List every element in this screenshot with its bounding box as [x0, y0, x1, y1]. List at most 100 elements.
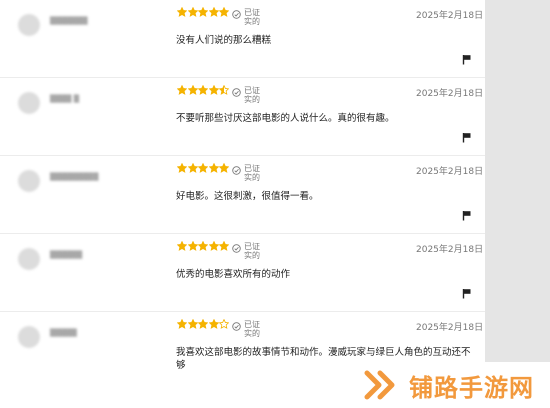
- star-full-icon: [208, 241, 219, 251]
- watermark-text: 铺路手游网: [409, 373, 534, 402]
- star-full-icon: [198, 7, 208, 17]
- verified-label: 已证实的: [244, 320, 260, 338]
- check-circle-icon: [232, 244, 241, 253]
- double-chevron-logo-icon: [364, 370, 395, 400]
- star-rating: [177, 163, 230, 175]
- star-full-icon: [187, 163, 198, 173]
- flag-icon[interactable]: [462, 288, 472, 299]
- review-date: 2025年2月18日: [416, 323, 484, 333]
- verified-badge: 已证实的: [232, 242, 264, 260]
- star-full-icon: [187, 241, 198, 251]
- star-shape: [219, 163, 229, 173]
- star-full-icon: [187, 85, 198, 95]
- star-shape: [219, 7, 229, 17]
- verified-label: 已证实的: [244, 86, 260, 104]
- star-shape: [198, 85, 208, 95]
- star-full-icon: [187, 319, 198, 329]
- check-circle-icon: [232, 10, 241, 19]
- avatar: [18, 326, 40, 348]
- site-watermark: 铺路手游网: [361, 362, 550, 408]
- star-shape: [208, 85, 219, 95]
- reviewer-name: ▒▒▒▒▒▒▒: [50, 17, 88, 25]
- reviewer-name: ▒▒▒▒▒▒: [50, 251, 83, 259]
- review-item: ▒▒▒▒▒▒ 已证实的 2025年2月18日 优秀的电影喜欢所有的动作: [0, 234, 485, 312]
- verified-label: 已证实的: [244, 8, 260, 26]
- star-shape: [177, 85, 187, 95]
- star-shape: [177, 163, 187, 173]
- star-full-icon: [198, 241, 208, 251]
- star-half-icon: [219, 85, 229, 95]
- star-rating: [177, 241, 230, 253]
- star-shape: [198, 241, 208, 251]
- star-full-icon: [208, 7, 219, 17]
- star-empty-icon: [219, 319, 229, 329]
- flag-icon[interactable]: [462, 132, 472, 143]
- star-full-icon: [177, 319, 187, 329]
- star-rating: [177, 85, 230, 97]
- star-full-icon: [177, 241, 187, 251]
- review-date: 2025年2月18日: [416, 167, 484, 177]
- star-shape: [208, 163, 219, 173]
- star-full-icon: [177, 85, 187, 95]
- star-full-icon: [177, 163, 187, 173]
- star-full-icon: [208, 85, 219, 95]
- star-shape: [198, 319, 208, 329]
- star-shape: [198, 163, 208, 173]
- star-full-icon: [198, 85, 208, 95]
- check-circle-icon: [232, 166, 241, 175]
- review-text: 不要听那些讨厌这部电影的人说什么。真的很有趣。: [176, 113, 395, 124]
- review-date: 2025年2月18日: [416, 245, 484, 255]
- avatar: [18, 170, 40, 192]
- star-shape: [219, 241, 229, 251]
- star-shape: [177, 319, 187, 329]
- check-circle-icon: [232, 322, 241, 331]
- review-item: ▒▒▒▒ ▒ 已证实的 2025年2月18日 不要听那些讨厌这部电影的人说什么。…: [0, 78, 485, 156]
- star-full-icon: [208, 319, 219, 329]
- star-full-icon: [198, 163, 208, 173]
- star-shape: [187, 319, 198, 329]
- star-shape: [219, 319, 229, 329]
- star-shape: [187, 7, 198, 17]
- star-rating: [177, 7, 230, 19]
- star-rating: [177, 319, 230, 331]
- verified-label: 已证实的: [244, 164, 260, 182]
- reviews-panel: ▒▒▒▒▒▒▒ 已证实的 2025年2月18日 没有人们说的那么糟糕 ▒▒▒▒ …: [0, 0, 485, 408]
- star-full-icon: [219, 163, 229, 173]
- star-shape: [208, 7, 219, 17]
- star-shape: [208, 319, 219, 329]
- star-full-icon: [198, 319, 208, 329]
- reviewer-name: ▒▒▒▒▒: [50, 329, 77, 337]
- star-full-icon: [208, 163, 219, 173]
- star-shape: [208, 241, 219, 251]
- star-full-icon: [187, 7, 198, 17]
- verified-badge: 已证实的: [232, 320, 264, 338]
- avatar: [18, 14, 40, 36]
- verified-badge: 已证实的: [232, 86, 264, 104]
- star-full-icon: [177, 7, 187, 17]
- check-circle-icon: [232, 88, 241, 97]
- reviewer-name: ▒▒▒▒▒▒▒▒▒: [50, 173, 99, 181]
- review-text: 优秀的电影喜欢所有的动作: [176, 269, 291, 280]
- star-shape: [187, 163, 198, 173]
- star-shape: [177, 241, 187, 251]
- star-full-icon: [219, 7, 229, 17]
- review-date: 2025年2月18日: [416, 89, 484, 99]
- star-full-icon: [219, 241, 229, 251]
- verified-badge: 已证实的: [232, 8, 264, 26]
- review-text: 没有人们说的那么糟糕: [176, 35, 272, 46]
- flag-icon[interactable]: [462, 54, 472, 65]
- reviewer-name: ▒▒▒▒ ▒: [50, 95, 80, 103]
- review-date: 2025年2月18日: [416, 11, 484, 21]
- star-shape: [187, 85, 198, 95]
- avatar: [18, 248, 40, 270]
- star-shape: [177, 7, 187, 17]
- avatar: [18, 92, 40, 114]
- verified-label: 已证实的: [244, 242, 260, 260]
- verified-badge: 已证实的: [232, 164, 264, 182]
- star-shape: [198, 7, 208, 17]
- review-text: 好电影。这很刺激，很值得一看。: [176, 191, 319, 202]
- star-shape: [219, 85, 229, 95]
- review-item: ▒▒▒▒▒▒▒ 已证实的 2025年2月18日 没有人们说的那么糟糕: [0, 0, 485, 78]
- flag-icon[interactable]: [462, 210, 472, 221]
- review-item: ▒▒▒▒▒▒▒▒▒ 已证实的 2025年2月18日 好电影。这很刺激，很值得一看…: [0, 156, 485, 234]
